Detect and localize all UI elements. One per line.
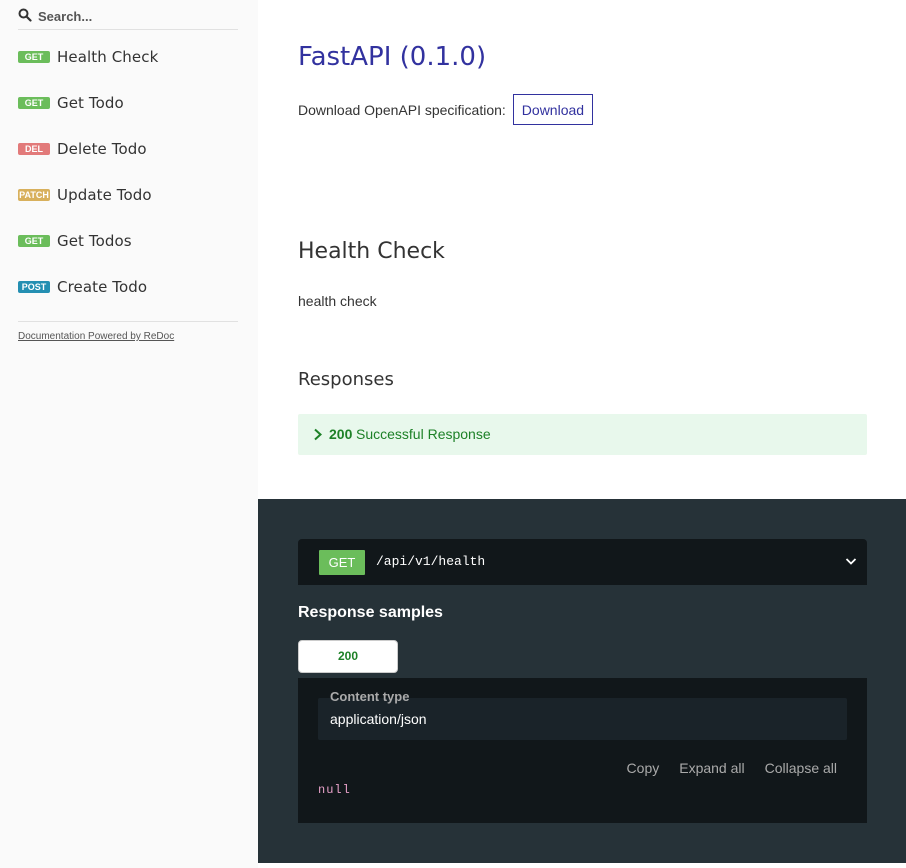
tab-200[interactable]: 200 — [298, 640, 398, 673]
method-badge: DEL — [18, 143, 50, 155]
sample-actions: Copy Expand all Collapse all — [627, 760, 837, 776]
sidebar-item-update-todo[interactable]: PATCH Update Todo — [0, 172, 258, 218]
content-type-value: application/json — [330, 711, 427, 727]
response-200-row[interactable]: 200 Successful Response — [298, 414, 867, 455]
powered-by-link[interactable]: Documentation Powered by ReDoc — [18, 331, 174, 342]
chevron-down-icon — [845, 558, 857, 565]
sidebar-item-delete-todo[interactable]: DEL Delete Todo — [0, 126, 258, 172]
sidebar-item-get-todos[interactable]: GET Get Todos — [0, 218, 258, 264]
search-box — [18, 4, 238, 30]
json-sample-value: null — [318, 783, 351, 797]
operation-description: health check — [298, 293, 377, 309]
download-button[interactable]: Download — [512, 94, 594, 125]
sample-body: Content type application/json Copy Expan… — [298, 678, 867, 823]
copy-button[interactable]: Copy — [627, 760, 660, 776]
sidebar-item-create-todo[interactable]: POST Create Todo — [0, 264, 258, 310]
content-type-label: Content type — [330, 689, 410, 704]
search-input[interactable] — [38, 7, 234, 25]
responses-title: Responses — [298, 369, 394, 390]
sidebar-item-label: Update Todo — [57, 186, 152, 204]
method-badge: GET — [18, 97, 50, 109]
sidebar-item-label: Create Todo — [57, 278, 148, 296]
api-title: FastAPI (0.1.0) — [298, 42, 487, 72]
download-row: Download OpenAPI specification: Download — [298, 94, 594, 125]
search-icon — [18, 8, 32, 22]
response-description: Successful Response — [356, 426, 491, 442]
sidebar-item-label: Health Check — [57, 48, 159, 66]
sidebar-item-health-check[interactable]: GET Health Check — [0, 34, 258, 80]
collapse-all-button[interactable]: Collapse all — [765, 760, 837, 776]
response-samples-title: Response samples — [298, 604, 443, 621]
sidebar-divider — [18, 321, 238, 322]
http-method-badge: GET — [319, 550, 365, 575]
sidebar-item-label: Delete Todo — [57, 140, 147, 158]
sidebar-item-label: Get Todo — [57, 94, 124, 112]
content-type-select[interactable]: Content type application/json — [318, 689, 847, 740]
response-code: 200 — [329, 426, 353, 442]
sidebar: GET Health Check GET Get Todo DEL Delete… — [0, 0, 258, 868]
sidebar-item-label: Get Todos — [57, 232, 132, 250]
endpoint-path: /api/v1/health — [376, 554, 486, 569]
expand-all-button[interactable]: Expand all — [679, 760, 744, 776]
code-samples-panel: GET /api/v1/health Response samples 200 … — [258, 499, 906, 863]
chevron-right-icon — [314, 428, 322, 441]
sidebar-menu: GET Health Check GET Get Todo DEL Delete… — [0, 34, 258, 310]
download-label: Download OpenAPI specification: — [298, 101, 506, 118]
operation-title: Health Check — [298, 239, 445, 264]
main-content: FastAPI (0.1.0) Download OpenAPI specifi… — [258, 0, 906, 499]
sidebar-item-get-todo[interactable]: GET Get Todo — [0, 80, 258, 126]
method-badge: GET — [18, 51, 50, 63]
endpoint-bar[interactable]: GET /api/v1/health — [298, 539, 867, 585]
method-badge: GET — [18, 235, 50, 247]
method-badge: PATCH — [18, 189, 50, 201]
method-badge: POST — [18, 281, 50, 293]
